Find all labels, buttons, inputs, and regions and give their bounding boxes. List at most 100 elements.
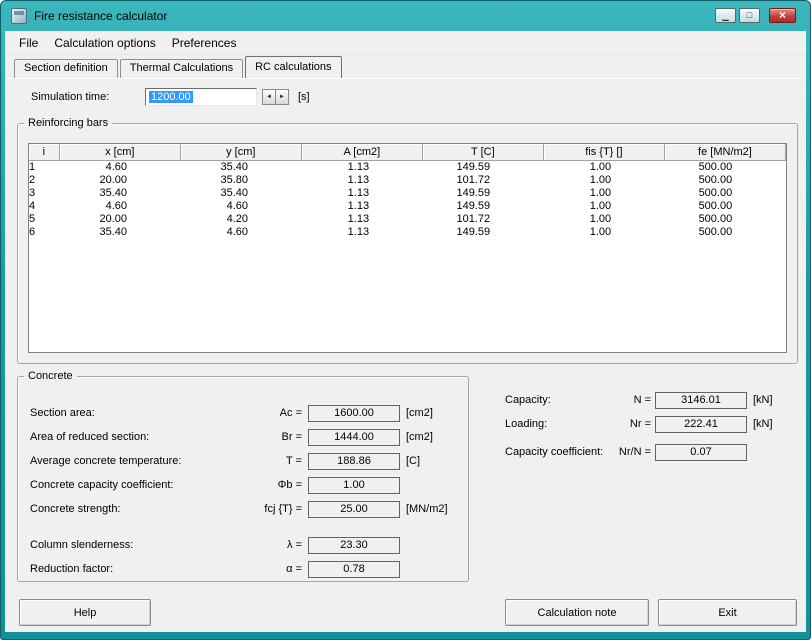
capacity-coefficient-row: Capacity coefficient: Nr/N = 0.07 [505, 443, 753, 461]
titlebar[interactable]: Fire resistance calculator ▁ □ × [1, 1, 810, 31]
value-box: 1600.00 [308, 404, 400, 422]
table-header-row: i x [cm] y [cm] A [cm2] T [C] fis {T} []… [29, 144, 786, 161]
table-cell[interactable]: 1.13 [301, 161, 422, 175]
table-cell[interactable]: 35.80 [180, 174, 301, 187]
table-cell[interactable]: 1.00 [543, 161, 664, 175]
table-cell[interactable]: 500.00 [664, 161, 785, 175]
table-cell[interactable]: 500.00 [664, 174, 785, 187]
table-cell[interactable]: 4 [29, 200, 59, 213]
column-header-i[interactable]: i [29, 144, 60, 161]
tab-section-definition[interactable]: Section definition [14, 59, 118, 78]
table-cell[interactable]: 1.13 [301, 226, 422, 239]
field-label: Reduction factor: [30, 563, 114, 575]
table-cell[interactable]: 1.00 [543, 174, 664, 187]
table-cell[interactable]: 5 [29, 213, 59, 226]
concrete-row-reduced-section: Area of reduced section: Br = 1444.00 [c… [30, 428, 460, 446]
table-cell[interactable]: 6 [29, 226, 59, 239]
minimize-button[interactable]: ▁ [715, 8, 736, 23]
table-cell[interactable]: 1.13 [301, 200, 422, 213]
table-cell[interactable]: 35.40 [180, 187, 301, 200]
concrete-group-label: Concrete [28, 370, 73, 382]
field-label: Capacity coefficient: [505, 446, 604, 458]
tab-thermal-calculations[interactable]: Thermal Calculations [119, 59, 244, 78]
table-cell[interactable]: 149.59 [422, 187, 543, 200]
table-cell[interactable]: 1.00 [543, 226, 664, 239]
table-cell[interactable]: 2 [29, 174, 59, 187]
field-symbol: fcj {T} = [264, 503, 302, 515]
table-cell[interactable]: 1.13 [301, 174, 422, 187]
field-symbol: N = [633, 394, 651, 406]
table-cell[interactable]: 1.13 [301, 187, 422, 200]
menu-calculation-options[interactable]: Calculation options [46, 33, 163, 53]
column-header-fe[interactable]: fe [MN/m2] [664, 144, 786, 161]
field-symbol: Φb = [277, 479, 302, 491]
table-cell[interactable]: 101.72 [422, 174, 543, 187]
table-cell[interactable]: 500.00 [664, 213, 785, 226]
value-box: 1.00 [308, 476, 400, 494]
table-cell[interactable]: 1.13 [301, 213, 422, 226]
concrete-row-section-area: Section area: Ac = 1600.00 [cm2] [30, 404, 460, 422]
field-label: Loading: [505, 418, 548, 430]
table-cell[interactable]: 3 [29, 187, 59, 200]
field-unit: [kN] [753, 394, 773, 406]
table-cell[interactable]: 20.00 [59, 213, 180, 226]
exit-button[interactable]: Exit [658, 599, 797, 626]
table-cell[interactable]: 4.20 [180, 213, 301, 226]
table-cell[interactable]: 500.00 [664, 200, 785, 213]
table-cell[interactable]: 4.60 [59, 161, 180, 175]
table-cell[interactable]: 35.40 [59, 226, 180, 239]
value-box: 0.07 [655, 443, 747, 461]
table-row[interactable]: 5 20.00 4.20 1.13 101.72 1.00 500.00 [29, 213, 786, 226]
table-cell[interactable]: 500.00 [664, 187, 785, 200]
field-label: Concrete strength: [30, 503, 121, 515]
table-cell[interactable]: 101.72 [422, 213, 543, 226]
table-cell[interactable]: 1 [29, 161, 59, 175]
value-box: 188.86 [308, 452, 400, 470]
help-button[interactable]: Help [19, 599, 151, 626]
value-box: 0.78 [308, 560, 400, 578]
table-row[interactable]: 6 35.40 4.60 1.13 149.59 1.00 500.00 [29, 226, 786, 239]
column-header-a[interactable]: A [cm2] [301, 144, 423, 161]
table-cell[interactable]: 4.60 [180, 226, 301, 239]
simulation-time-label: Simulation time: [31, 91, 110, 103]
simulation-time-input[interactable]: 1200.00 [145, 88, 257, 106]
table-row[interactable]: 4 4.60 4.60 1.13 149.59 1.00 500.00 [29, 200, 786, 213]
menu-preferences[interactable]: Preferences [164, 33, 245, 53]
table-row[interactable]: 1 4.60 35.40 1.13 149.59 1.00 500.00 [29, 161, 786, 175]
table-cell[interactable]: 1.00 [543, 187, 664, 200]
maximize-button[interactable]: □ [739, 8, 760, 23]
calculation-note-button[interactable]: Calculation note [505, 599, 649, 626]
table-row[interactable]: 2 20.00 35.80 1.13 101.72 1.00 500.00 [29, 174, 786, 187]
window-controls: ▁ □ × [712, 8, 796, 23]
table-cell[interactable]: 4.60 [180, 200, 301, 213]
reinforcing-bars-table[interactable]: i x [cm] y [cm] A [cm2] T [C] fis {T} []… [28, 143, 787, 353]
field-symbol: Nr/N = [618, 446, 651, 458]
table-cell[interactable]: 500.00 [664, 226, 785, 239]
table-cell[interactable]: 149.59 [422, 226, 543, 239]
field-label: Concrete capacity coefficient: [30, 479, 174, 491]
table-cell[interactable]: 4.60 [59, 200, 180, 213]
table-cell[interactable]: 1.00 [543, 200, 664, 213]
close-icon: × [778, 8, 786, 22]
spin-increment-button[interactable]: ► [275, 89, 289, 105]
close-button[interactable]: × [769, 8, 796, 23]
field-label: Capacity: [505, 394, 551, 406]
table-row[interactable]: 3 35.40 35.40 1.13 149.59 1.00 500.00 [29, 187, 786, 200]
column-header-x[interactable]: x [cm] [59, 144, 181, 161]
table-cell[interactable]: 149.59 [422, 200, 543, 213]
tab-rc-calculations[interactable]: RC calculations [245, 56, 342, 78]
table-cell[interactable]: 149.59 [422, 161, 543, 175]
spin-decrement-button[interactable]: ◄ [262, 89, 276, 105]
column-header-fis[interactable]: fis {T} [] [543, 144, 665, 161]
column-header-t[interactable]: T [C] [422, 144, 544, 161]
column-header-y[interactable]: y [cm] [180, 144, 302, 161]
value-box: 1444.00 [308, 428, 400, 446]
minimize-icon: ▁ [722, 12, 729, 21]
table-cell[interactable]: 35.40 [180, 161, 301, 175]
table-cell[interactable]: 35.40 [59, 187, 180, 200]
simulation-time-unit: [s] [298, 91, 310, 103]
table-cell[interactable]: 1.00 [543, 213, 664, 226]
table-cell[interactable]: 20.00 [59, 174, 180, 187]
value-box: 25.00 [308, 500, 400, 518]
menu-file[interactable]: File [11, 33, 46, 53]
